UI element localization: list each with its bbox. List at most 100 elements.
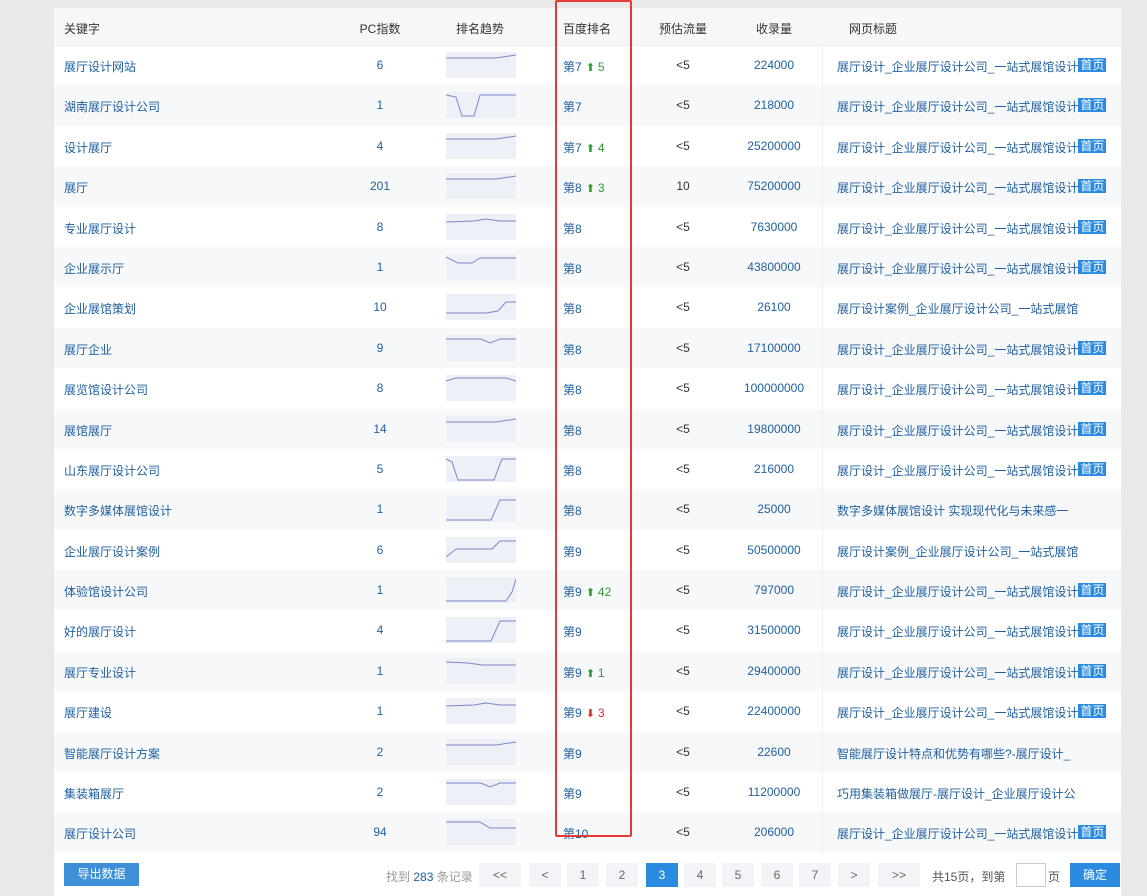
page-title-link[interactable]: 展厅设计_企业展厅设计公司_一站式展馆设计 首页 bbox=[837, 825, 1107, 842]
rank-trend-sparkline[interactable] bbox=[446, 375, 516, 402]
indexed-count[interactable]: 43800000 bbox=[734, 260, 814, 274]
keyword-link[interactable]: 展厅专业设计 bbox=[64, 664, 136, 681]
baidu-rank[interactable]: 第8 bbox=[563, 220, 582, 237]
rank-trend-sparkline[interactable] bbox=[446, 253, 516, 280]
page-title-link[interactable]: 展厅设计_企业展厅设计公司_一站式展馆设计 首页 bbox=[837, 179, 1107, 196]
keyword-link[interactable]: 智能展厅设计方案 bbox=[64, 745, 160, 762]
keyword-link[interactable]: 企业展厅设计案例 bbox=[64, 543, 160, 560]
pc-index[interactable]: 201 bbox=[344, 179, 416, 193]
page-title-link[interactable]: 展厅设计_企业展厅设计公司_一站式展馆设计 首页 bbox=[837, 704, 1107, 721]
page-title-link[interactable]: 展厅设计案例_企业展厅设计公司_一站式展馆 bbox=[837, 543, 1078, 560]
indexed-count[interactable]: 31500000 bbox=[734, 623, 814, 637]
header-traffic[interactable]: 预估流量 bbox=[652, 20, 714, 37]
baidu-rank[interactable]: 第8 bbox=[563, 462, 582, 479]
baidu-rank[interactable]: 第10 bbox=[563, 825, 588, 842]
keyword-link[interactable]: 展厅 bbox=[64, 179, 88, 196]
pc-index[interactable]: 1 bbox=[344, 664, 416, 678]
rank-trend-sparkline[interactable] bbox=[446, 455, 516, 482]
indexed-count[interactable]: 11200000 bbox=[734, 785, 814, 799]
keyword-link[interactable]: 湖南展厅设计公司 bbox=[64, 98, 160, 115]
rank-trend-sparkline[interactable] bbox=[446, 334, 516, 361]
rank-trend-sparkline[interactable] bbox=[446, 294, 516, 321]
indexed-count[interactable]: 50500000 bbox=[734, 543, 814, 557]
pc-index[interactable]: 4 bbox=[344, 623, 416, 637]
page-title-link[interactable]: 展厅设计_企业展厅设计公司_一站式展馆设计 首页 bbox=[837, 583, 1107, 600]
rank-trend-sparkline[interactable] bbox=[446, 738, 516, 765]
pc-index[interactable]: 9 bbox=[344, 341, 416, 355]
keyword-link[interactable]: 展厅建设 bbox=[64, 704, 112, 721]
indexed-count[interactable]: 218000 bbox=[734, 98, 814, 112]
keyword-link[interactable]: 设计展厅 bbox=[64, 139, 112, 156]
baidu-rank[interactable]: 第9 bbox=[563, 745, 582, 762]
keyword-link[interactable]: 好的展厅设计 bbox=[64, 623, 136, 640]
baidu-rank[interactable]: 第8 bbox=[563, 502, 582, 519]
pc-index[interactable]: 10 bbox=[344, 300, 416, 314]
header-baidu-rank[interactable]: 百度排名 bbox=[563, 20, 611, 37]
baidu-rank[interactable]: 第8 bbox=[563, 381, 582, 398]
indexed-count[interactable]: 17100000 bbox=[734, 341, 814, 355]
rank-trend-sparkline[interactable] bbox=[446, 617, 516, 644]
baidu-rank[interactable]: 第7 bbox=[563, 98, 582, 115]
baidu-rank[interactable]: 第8 ⬆ 3 bbox=[563, 179, 605, 196]
indexed-count[interactable]: 25200000 bbox=[734, 139, 814, 153]
baidu-rank[interactable]: 第8 bbox=[563, 260, 582, 277]
pc-index[interactable]: 4 bbox=[344, 139, 416, 153]
baidu-rank[interactable]: 第8 bbox=[563, 341, 582, 358]
keyword-link[interactable]: 集装箱展厅 bbox=[64, 785, 124, 802]
pc-index[interactable]: 2 bbox=[344, 785, 416, 799]
page-button[interactable]: 1 bbox=[567, 863, 599, 887]
indexed-count[interactable]: 19800000 bbox=[734, 422, 814, 436]
page-title-link[interactable]: 巧用集装箱做展厅-展厅设计_企业展厅设计公 bbox=[837, 785, 1076, 802]
page-button[interactable]: 2 bbox=[606, 863, 638, 887]
page-title-link[interactable]: 展厅设计_企业展厅设计公司_一站式展馆设计 首页 bbox=[837, 623, 1107, 640]
header-keyword[interactable]: 关键字 bbox=[64, 20, 100, 37]
rank-trend-sparkline[interactable] bbox=[446, 132, 516, 159]
header-pc-index[interactable]: PC指数 bbox=[344, 20, 416, 37]
pc-index[interactable]: 2 bbox=[344, 745, 416, 759]
page-title-link[interactable]: 数字多媒体展馆设计 实现现代化与未来感一 bbox=[837, 502, 1068, 519]
page-button[interactable]: 7 bbox=[799, 863, 831, 887]
rank-trend-sparkline[interactable] bbox=[446, 779, 516, 806]
rank-trend-sparkline[interactable] bbox=[446, 536, 516, 563]
page-title-link[interactable]: 展厅设计_企业展厅设计公司_一站式展馆设计 首页 bbox=[837, 219, 1107, 237]
page-button[interactable]: > bbox=[838, 863, 870, 887]
confirm-button[interactable]: 确定 bbox=[1070, 863, 1120, 887]
header-indexed[interactable]: 收录量 bbox=[734, 20, 814, 37]
page-title-link[interactable]: 智能展厅设计特点和优势有哪些?-展厅设计_ bbox=[837, 745, 1070, 762]
baidu-rank[interactable]: 第9 bbox=[563, 623, 582, 640]
page-title-link[interactable]: 展厅设计_企业展厅设计公司_一站式展馆设计 首页 bbox=[837, 381, 1107, 398]
page-title-link[interactable]: 展厅设计_企业展厅设计公司_一站式展馆设计 首页 bbox=[837, 340, 1107, 358]
page-title-link[interactable]: 展厅设计_企业展厅设计公司_一站式展馆设计 首页 bbox=[837, 138, 1107, 156]
rank-trend-sparkline[interactable] bbox=[446, 52, 516, 78]
baidu-rank[interactable]: 第7 ⬆ 5 bbox=[563, 58, 605, 75]
baidu-rank[interactable]: 第8 bbox=[563, 300, 582, 317]
baidu-rank[interactable]: 第9 bbox=[563, 543, 582, 560]
page-title-link[interactable]: 展厅设计_企业展厅设计公司_一站式展馆设计 首页 bbox=[837, 259, 1107, 277]
page-button[interactable]: 6 bbox=[761, 863, 793, 887]
page-number-input[interactable] bbox=[1016, 863, 1046, 887]
baidu-rank[interactable]: 第9 ⬆ 1 bbox=[563, 664, 605, 681]
indexed-count[interactable]: 29400000 bbox=[734, 664, 814, 678]
page-title-link[interactable]: 展厅设计_企业展厅设计公司_一站式展馆设计 首页 bbox=[837, 461, 1107, 479]
indexed-count[interactable]: 206000 bbox=[734, 825, 814, 839]
keyword-link[interactable]: 展览馆设计公司 bbox=[64, 381, 148, 398]
baidu-rank[interactable]: 第9 bbox=[563, 785, 582, 802]
pc-index[interactable]: 5 bbox=[344, 462, 416, 476]
keyword-link[interactable]: 企业展馆策划 bbox=[64, 300, 136, 317]
rank-trend-sparkline[interactable] bbox=[446, 92, 516, 119]
page-title-link[interactable]: 展厅设计案例_企业展厅设计公司_一站式展馆 bbox=[837, 300, 1078, 317]
indexed-count[interactable]: 224000 bbox=[734, 58, 814, 72]
pc-index[interactable]: 6 bbox=[344, 543, 416, 557]
baidu-rank[interactable]: 第9 ⬆ 42 bbox=[563, 583, 611, 600]
indexed-count[interactable]: 797000 bbox=[734, 583, 814, 597]
baidu-rank[interactable]: 第7 ⬆ 4 bbox=[563, 139, 605, 156]
rank-trend-sparkline[interactable] bbox=[446, 415, 516, 442]
export-data-button[interactable]: 导出数据 bbox=[64, 863, 139, 886]
indexed-count[interactable]: 7630000 bbox=[734, 220, 814, 234]
keyword-link[interactable]: 专业展厅设计 bbox=[64, 220, 136, 237]
indexed-count[interactable]: 22600 bbox=[734, 745, 814, 759]
baidu-rank[interactable]: 第9 ⬇ 3 bbox=[563, 704, 605, 721]
rank-trend-sparkline[interactable] bbox=[446, 213, 516, 240]
keyword-link[interactable]: 展厅设计公司 bbox=[64, 825, 136, 842]
rank-trend-sparkline[interactable] bbox=[446, 577, 516, 604]
